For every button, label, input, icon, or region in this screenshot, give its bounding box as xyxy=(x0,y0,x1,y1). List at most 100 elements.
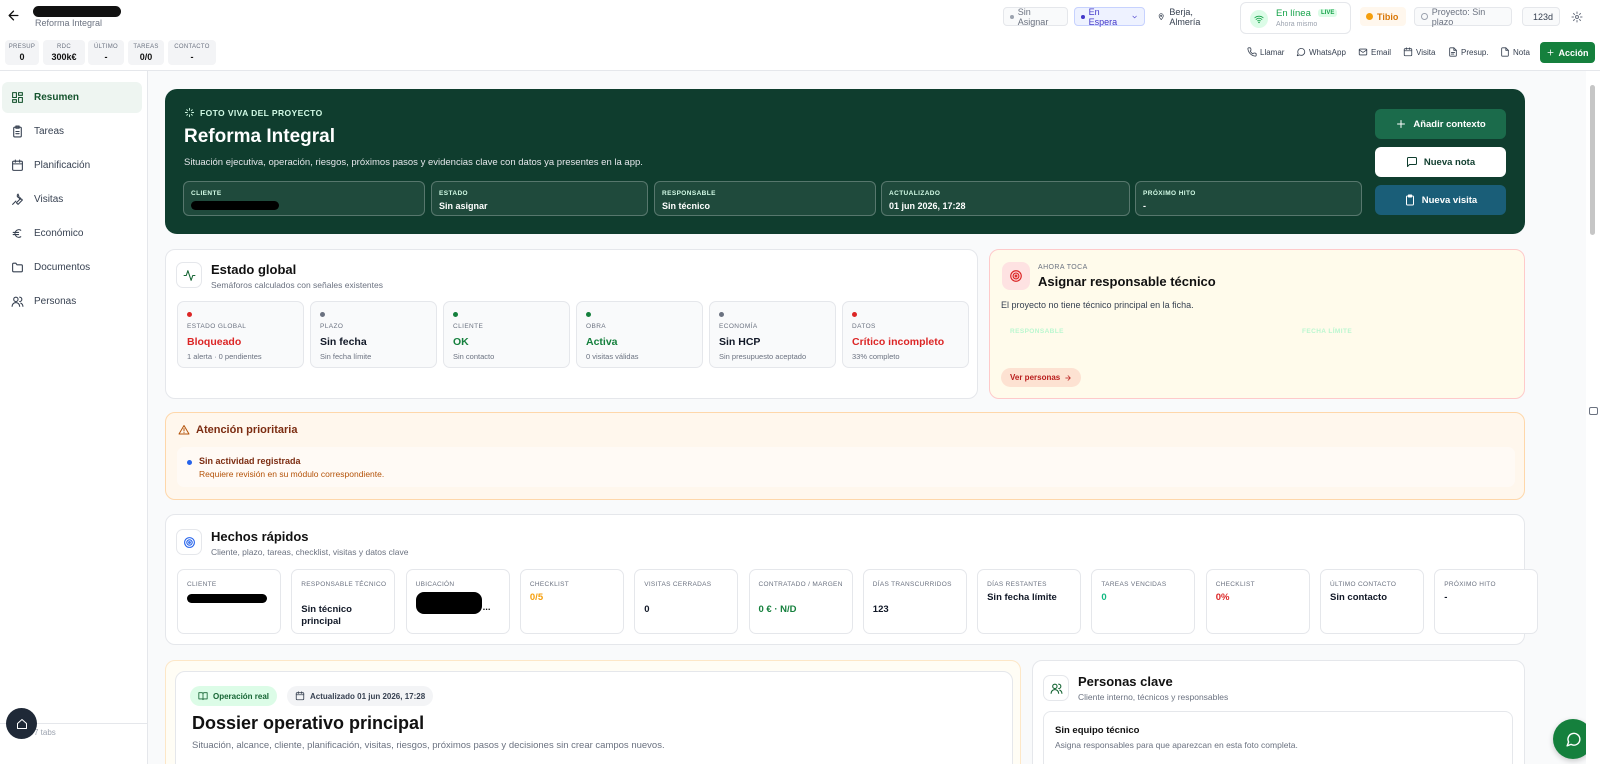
target-icon xyxy=(1002,262,1030,290)
fact-label: CLIENTE xyxy=(187,581,217,588)
main-action-button[interactable]: Acción xyxy=(1540,42,1595,63)
fact-label: DÍAS RESTANTES xyxy=(987,581,1047,588)
atencion-item[interactable]: Sin actividad registrada Requiere revisi… xyxy=(177,447,1515,487)
fact-label: CHECKLIST xyxy=(529,581,570,588)
atencion-item-title: Sin actividad registrada xyxy=(199,456,301,466)
gray-dot-icon xyxy=(1010,14,1014,19)
metric-ultimo: ÚLTIMO - xyxy=(88,40,124,65)
personas-subtitle: Cliente interno, técnicos y responsables xyxy=(1078,692,1229,702)
status-tile[interactable]: PLAZO Sin fecha Sin fecha límite xyxy=(310,301,437,368)
status-tile[interactable]: ESTADO GLOBAL Bloqueado 1 alerta · 0 pendi… xyxy=(177,301,304,368)
fact-label: TAREAS VENCIDAS xyxy=(1101,581,1167,588)
hechos-title: Hechos rápidos xyxy=(211,529,309,544)
fact-card: CLIENTE xyxy=(177,569,281,634)
online-label: En línea xyxy=(1276,8,1311,19)
sidebar-item-documentos[interactable]: Documentos xyxy=(2,252,142,283)
fact-card: CHECKLIST 0% xyxy=(1205,569,1310,634)
status-tile[interactable]: DATOS Crítico incompleto 33% completo xyxy=(842,301,969,368)
status-tile[interactable]: ECONOMÍA Sin HCP Sin presupuesto aceptado xyxy=(709,301,836,368)
status-tile-sub: 33% completo xyxy=(852,352,900,361)
sidebar-item-planificacion[interactable]: Planificación xyxy=(2,150,142,181)
fact-value: Sin contacto xyxy=(1330,592,1388,603)
metric-contacto: CONTACTO - xyxy=(168,40,216,65)
whatsapp-action[interactable]: WhatsApp xyxy=(1296,47,1346,57)
panel-toggle-icon[interactable] xyxy=(1589,407,1598,415)
hero-field-responsable: RESPONSABLE Sin técnico xyxy=(654,181,876,216)
new-note-button[interactable]: Nueva nota xyxy=(1375,147,1506,177)
fact-label: DÍAS TRANSCURRIDOS xyxy=(872,581,952,588)
fact-card: VISITAS CERRADAS 0 xyxy=(634,569,739,634)
status-tile-label: ESTADO GLOBAL xyxy=(187,323,247,330)
status-dot-icon xyxy=(586,312,591,317)
online-status: En línea LIVE Ahora mismo xyxy=(1240,2,1351,34)
note-icon xyxy=(1501,47,1509,57)
hero-field-proximo-hito: PRÓXIMO HITO - xyxy=(1135,181,1362,216)
sidebar-item-visitas[interactable]: Visitas xyxy=(2,184,142,215)
call-action[interactable]: Llamar xyxy=(1247,47,1284,57)
status-tile-label: PLAZO xyxy=(320,323,344,330)
email-action[interactable]: Email xyxy=(1358,47,1391,57)
status-dot-icon xyxy=(453,312,458,317)
status-dot-icon xyxy=(852,312,857,317)
fact-card: DÍAS TRANSCURRIDOS 123 xyxy=(862,569,967,634)
sidebar-item-economico[interactable]: Económico xyxy=(2,218,142,249)
main-scrollbar[interactable] xyxy=(1586,71,1600,764)
sparkle-icon xyxy=(184,107,195,118)
scrollbar-thumb[interactable] xyxy=(1590,85,1595,235)
users-icon xyxy=(11,296,24,307)
wrench-icon xyxy=(12,193,23,205)
status-dropdown[interactable]: En Espera xyxy=(1074,7,1145,27)
chat-fab-button[interactable] xyxy=(1553,719,1586,759)
dashboard-icon xyxy=(12,92,23,103)
message-icon xyxy=(1406,157,1417,167)
new-visit-button[interactable]: Nueva visita xyxy=(1375,185,1506,215)
metric-rdc: RDC 300k€ xyxy=(43,40,85,65)
see-people-button[interactable]: Ver personas xyxy=(1001,368,1082,387)
home-icon xyxy=(16,718,27,729)
sidebar-item-resumen[interactable]: Resumen xyxy=(2,82,142,113)
arrow-right-icon xyxy=(1065,374,1071,381)
status-dot-icon xyxy=(719,312,724,317)
online-sub: Ahora mismo xyxy=(1276,21,1318,28)
add-context-button[interactable]: Añadir contexto xyxy=(1375,109,1506,139)
visit-action[interactable]: Visita xyxy=(1403,47,1435,57)
live-badge: LIVE xyxy=(1318,9,1338,17)
euro-icon xyxy=(12,229,22,238)
fact-card: UBICACIÓN... xyxy=(405,569,510,634)
budget-action[interactable]: Presup. xyxy=(1448,47,1489,57)
assign-pill[interactable]: Sin Asignar xyxy=(1003,7,1068,27)
settings-gear-icon[interactable] xyxy=(1571,11,1583,23)
users-icon xyxy=(1043,675,1069,701)
mail-icon xyxy=(1358,48,1368,56)
fact-value: 123 xyxy=(872,604,889,615)
hero-description: Situación ejecutiva, operación, riesgos,… xyxy=(184,157,643,168)
personas-clave-card: Personas clave Cliente interno, técnicos… xyxy=(1032,660,1525,764)
location-redacted xyxy=(415,592,482,614)
status-tile-label: OBRA xyxy=(586,323,607,330)
wifi-icon xyxy=(1250,10,1268,28)
note-action[interactable]: Nota xyxy=(1500,47,1530,57)
temperature-pill[interactable]: Tibio xyxy=(1360,7,1406,26)
folder-icon xyxy=(12,262,23,273)
fact-card: RESPONSABLE TÉCNICO Sin técnico principal xyxy=(291,569,396,634)
status-dot-icon xyxy=(187,312,192,317)
fact-value: 0/5 xyxy=(529,592,544,603)
status-tile-sub: Sin fecha límite xyxy=(320,352,372,361)
ahora-toca-faded-1: RESPONSABLE xyxy=(1010,328,1064,335)
status-tile[interactable]: OBRA Activa 0 visitas válidas xyxy=(576,301,703,368)
estado-global-subtitle: Semáforos calculados con señales existen… xyxy=(211,280,383,290)
fact-value: Sin fecha límite xyxy=(987,592,1057,603)
home-button[interactable] xyxy=(6,708,37,739)
status-tile-value: Bloqueado xyxy=(187,336,242,348)
status-tile[interactable]: CLIENTE OK Sin contacto xyxy=(443,301,570,368)
personas-empty: Sin equipo técnico Asigna responsables p… xyxy=(1043,711,1513,764)
clipboard-icon xyxy=(1405,194,1414,206)
fact-card: ÚLTIMO CONTACTO Sin contacto xyxy=(1320,569,1424,634)
sidebar-item-personas[interactable]: Personas xyxy=(2,286,142,317)
project-hero: FOTO VIVA DEL PROYECTO Reforma Integral … xyxy=(165,89,1525,234)
status-tile-label: DATOS xyxy=(852,323,876,330)
back-arrow-icon[interactable] xyxy=(6,8,24,26)
chevron-down-icon xyxy=(1132,15,1137,18)
sidebar-item-tareas[interactable]: Tareas xyxy=(2,116,142,147)
fact-value: ... xyxy=(482,602,491,613)
